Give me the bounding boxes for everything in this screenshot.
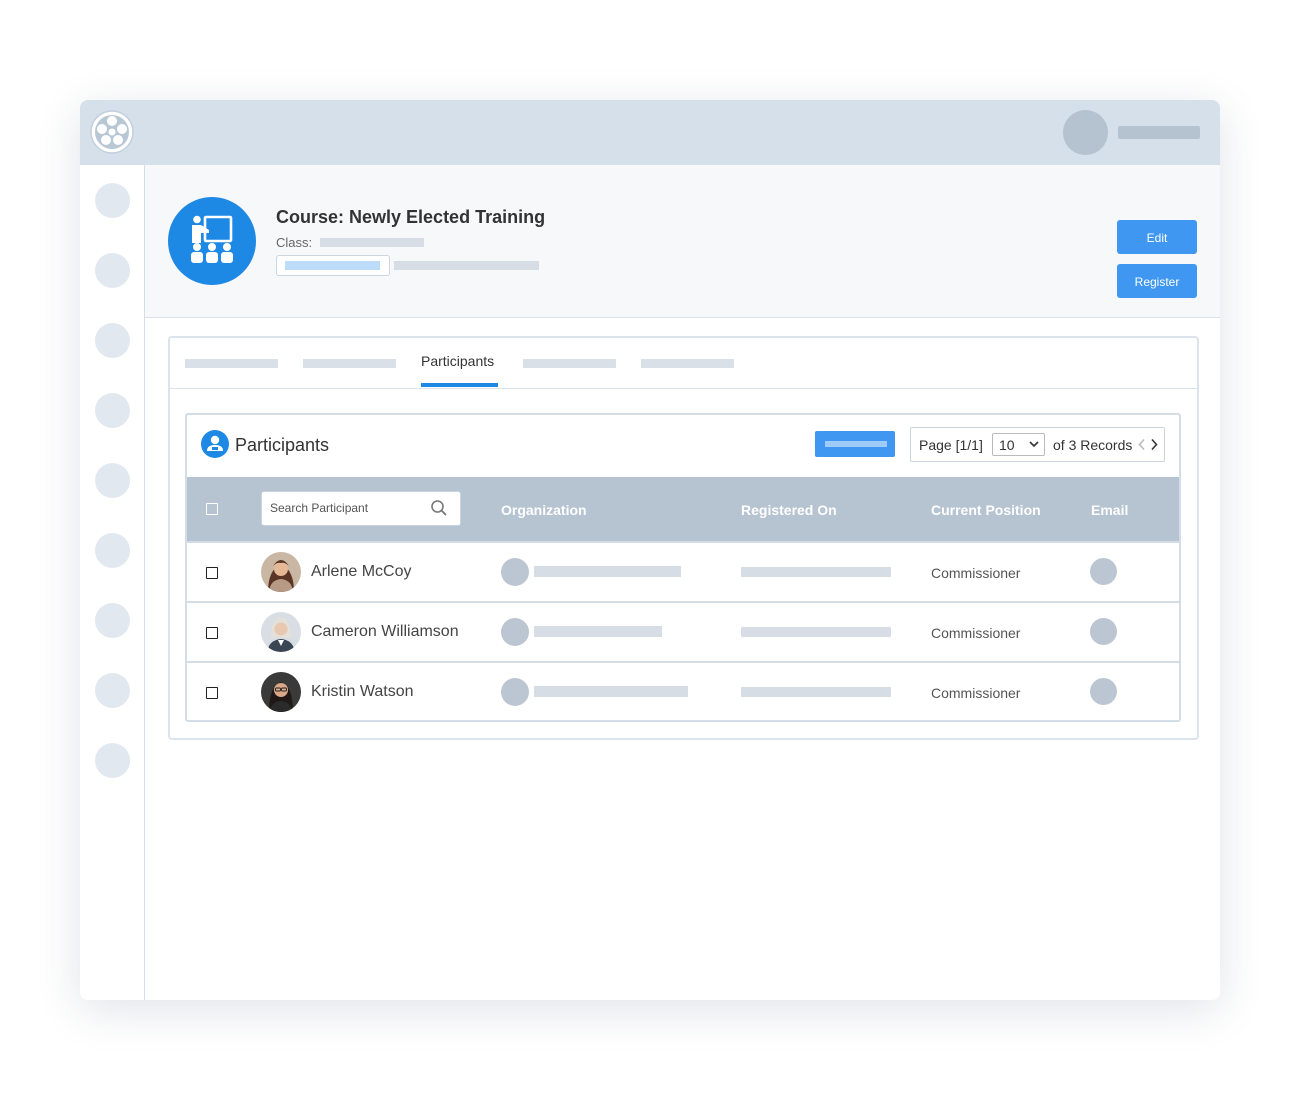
row-checkbox[interactable] (206, 687, 218, 699)
classroom-teacher-icon (168, 197, 256, 285)
chevron-right-icon[interactable] (1150, 438, 1158, 451)
sidebar-nav-item[interactable] (95, 673, 130, 708)
tab-placeholder[interactable] (303, 359, 396, 368)
register-button[interactable]: Register (1117, 264, 1197, 298)
registered-date-placeholder (741, 687, 891, 697)
search-input[interactable] (270, 499, 420, 517)
action-button-label-placeholder (825, 441, 887, 447)
pagination: Page [1/1] 10 of 3 Records (910, 427, 1165, 462)
organization-logo (501, 678, 529, 706)
top-bar (80, 100, 1220, 165)
column-header-current-position[interactable]: Current Position (931, 502, 1041, 518)
column-header-registered-on[interactable]: Registered On (741, 502, 837, 518)
email-icon[interactable] (1090, 678, 1117, 705)
table-row: Kristin Watson Commissioner (187, 661, 1179, 723)
page-indicator: Page [1/1] (919, 437, 983, 453)
participant-name[interactable]: Kristin Watson (311, 683, 414, 701)
class-tag-chip[interactable] (276, 255, 390, 276)
table-row: Cameron Williamson Commissioner (187, 601, 1179, 663)
organization-name-placeholder (534, 566, 681, 577)
participant-avatar (261, 612, 301, 652)
sidebar-nav-item[interactable] (95, 533, 130, 568)
organization-name-placeholder (534, 686, 688, 697)
table-row: Arlene McCoy Commissioner (187, 541, 1179, 603)
record-count: of 3 Records (1053, 437, 1133, 453)
class-value-placeholder (320, 238, 424, 247)
search-icon[interactable] (430, 499, 448, 517)
email-icon[interactable] (1090, 558, 1117, 585)
app-logo-icon[interactable] (90, 110, 134, 154)
row-checkbox[interactable] (206, 627, 218, 639)
tab-bar: Participants (170, 338, 1197, 389)
participants-card: Participants Page [1/1] 10 of 3 Records (185, 413, 1181, 722)
current-position: Commissioner (931, 625, 1021, 641)
sidebar-nav-item[interactable] (95, 743, 130, 778)
course-detail-panel: Participants Participants Page [1/1] 10 (168, 336, 1199, 740)
organization-logo (501, 618, 529, 646)
registered-date-placeholder (741, 627, 891, 637)
sidebar-nav-item[interactable] (95, 253, 130, 288)
class-tag-chip-fill (285, 261, 380, 270)
participants-action-button[interactable] (815, 431, 895, 457)
current-position: Commissioner (931, 685, 1021, 701)
email-icon[interactable] (1090, 618, 1117, 645)
current-position: Commissioner (931, 565, 1021, 581)
participant-avatar (261, 672, 301, 712)
participant-name[interactable]: Arlene McCoy (311, 563, 411, 581)
tab-placeholder[interactable] (523, 359, 616, 368)
app-window: Course: Newly Elected Training Class: Ed… (80, 100, 1220, 1000)
active-tab-indicator (421, 383, 498, 387)
column-header-organization[interactable]: Organization (501, 502, 587, 518)
search-field (261, 491, 461, 526)
participant-name[interactable]: Cameron Williamson (311, 623, 459, 641)
class-detail-placeholder (394, 261, 539, 270)
sidebar-nav-item[interactable] (95, 183, 130, 218)
sidebar-nav-item[interactable] (95, 323, 130, 358)
sidebar (80, 165, 145, 1000)
class-label: Class: (276, 235, 313, 250)
user-avatar[interactable] (1063, 110, 1108, 155)
chevron-down-icon (1029, 441, 1039, 448)
participants-title: Participants (235, 435, 330, 455)
tab-placeholder[interactable] (641, 359, 734, 368)
sidebar-nav-item[interactable] (95, 463, 130, 498)
tab-participants[interactable]: Participants (421, 353, 494, 369)
page-size-value: 10 (999, 437, 1015, 453)
organization-name-placeholder (534, 626, 662, 637)
sidebar-nav-item[interactable] (95, 603, 130, 638)
table-header: Organization Registered On Current Posit… (187, 477, 1179, 541)
row-checkbox[interactable] (206, 567, 218, 579)
column-header-email[interactable]: Email (1091, 502, 1128, 518)
sidebar-nav-item[interactable] (95, 393, 130, 428)
organization-logo (501, 558, 529, 586)
course-title: Course: Newly Elected Training (276, 207, 546, 227)
select-all-checkbox[interactable] (206, 503, 218, 515)
edit-button[interactable]: Edit (1117, 220, 1197, 254)
chevron-left-icon[interactable] (1138, 438, 1146, 451)
registered-date-placeholder (741, 567, 891, 577)
participant-avatar (261, 552, 301, 592)
user-name-placeholder (1118, 126, 1200, 139)
participant-user-icon (201, 430, 229, 458)
page-size-select[interactable]: 10 (992, 433, 1045, 456)
course-header: Course: Newly Elected Training Class: Ed… (145, 165, 1220, 318)
tab-placeholder[interactable] (185, 359, 278, 368)
